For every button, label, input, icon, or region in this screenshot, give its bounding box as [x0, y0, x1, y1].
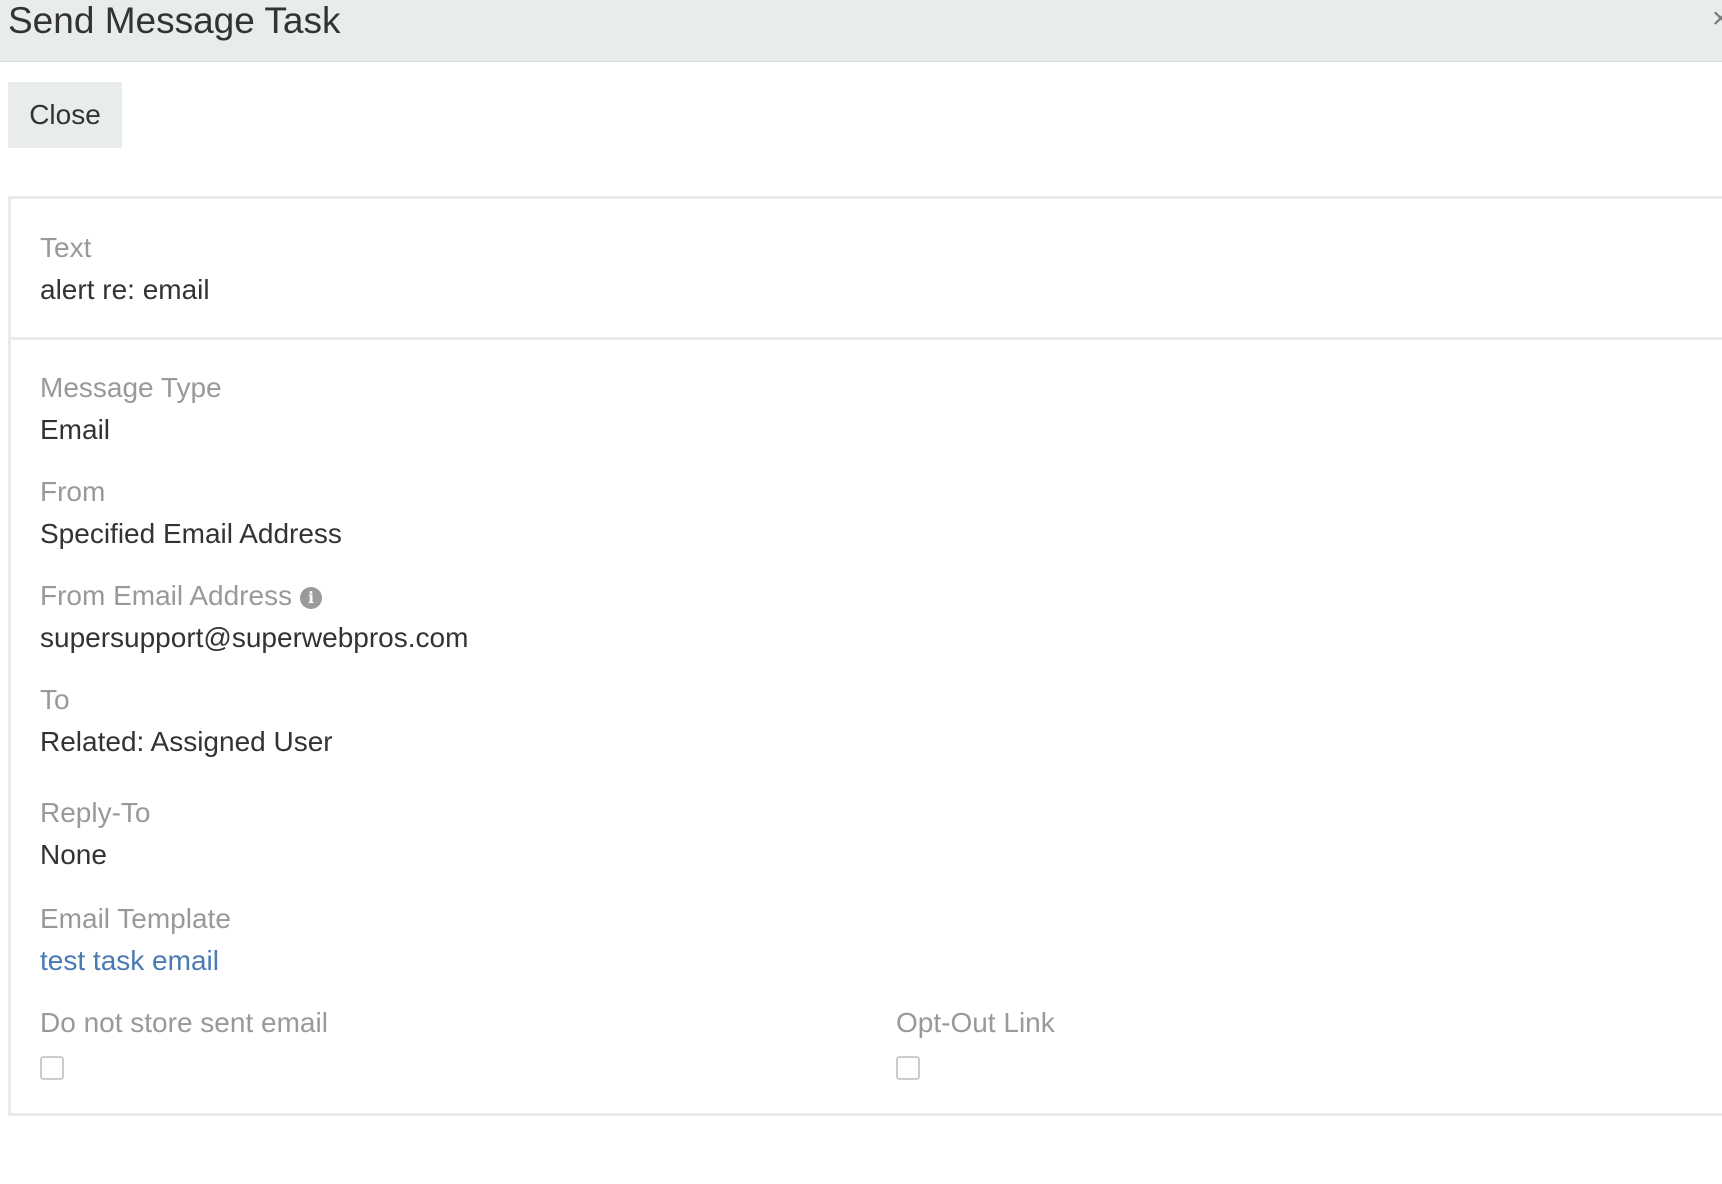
- close-button[interactable]: Close: [8, 82, 122, 148]
- panel-divider: [11, 337, 1722, 340]
- field-do-not-store-sent-email: Do not store sent email: [40, 1006, 328, 1080]
- field-to: To Related: Assigned User: [40, 683, 333, 759]
- email-template-link[interactable]: test task email: [40, 944, 231, 978]
- field-message-type: Message Type Email: [40, 371, 222, 447]
- info-circle-icon[interactable]: i: [300, 587, 323, 609]
- field-label-text: Text: [40, 232, 92, 263]
- field-text: Text alert re: email: [40, 231, 210, 307]
- field-label-from: From: [40, 476, 106, 507]
- field-label-from-email-address-text: From Email Address: [40, 580, 293, 611]
- opt-out-link-checkbox[interactable]: [896, 1056, 920, 1080]
- field-label-message-type: Message Type: [40, 372, 222, 403]
- field-email-template: Email Template test task email: [40, 902, 231, 978]
- field-label-reply-to: Reply-To: [40, 797, 151, 828]
- field-value-text: alert re: email: [40, 274, 210, 305]
- field-label-from-email-address: From Email Address i: [40, 579, 468, 613]
- do-not-store-sent-email-checkbox[interactable]: [40, 1056, 64, 1080]
- detail-panel: Text alert re: email Message Type Email …: [8, 196, 1722, 1116]
- modal-title: Send Message Task: [8, 0, 341, 41]
- field-value-reply-to: None: [40, 839, 107, 870]
- field-value-from-email-address: supersupport@superwebpros.com: [40, 622, 469, 653]
- field-from: From Specified Email Address: [40, 475, 342, 551]
- field-label-email-template: Email Template: [40, 903, 231, 934]
- field-label-to: To: [40, 684, 70, 715]
- close-icon[interactable]: ×: [1712, 4, 1722, 34]
- field-opt-out-link: Opt-Out Link: [896, 1006, 1055, 1080]
- field-value-to: Related: Assigned User: [40, 726, 333, 757]
- field-value-message-type: Email: [40, 414, 111, 445]
- field-label-do-not-store-sent-email: Do not store sent email: [40, 1007, 328, 1038]
- field-value-from: Specified Email Address: [40, 518, 342, 549]
- field-reply-to: Reply-To None: [40, 796, 150, 872]
- field-from-email-address: From Email Address i supersupport@superwe…: [40, 579, 468, 655]
- modal-header: Send Message Task ×: [0, 0, 1722, 62]
- field-label-opt-out-link: Opt-Out Link: [896, 1007, 1055, 1038]
